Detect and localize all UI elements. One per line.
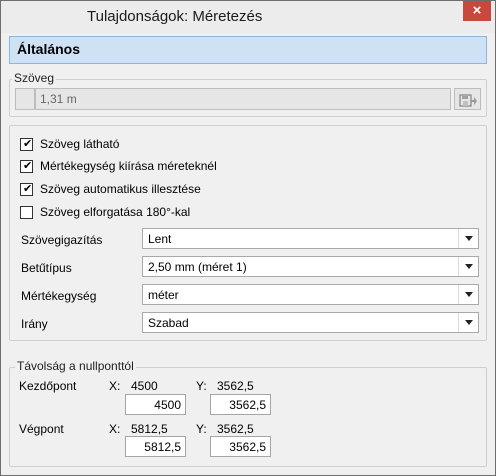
title-bar[interactable]: Tulajdonságok: Méretezés × [1,1,495,33]
start-point-label: Kezdőpont [19,379,77,393]
chevron-down-icon[interactable] [458,313,478,332]
unit-label: Mértékegység [21,289,97,303]
window-title: Tulajdonságok: Méretezés [87,8,263,25]
start-y-label: Y: [196,379,207,393]
start-x-value: 4500 [131,379,158,393]
checkbox-label: Mértékegység kiírása méreteknél [40,159,217,173]
end-y-input[interactable]: 3562,5 [210,436,271,457]
section-title: Általános [17,41,81,57]
end-y-value: 3562,5 [217,422,254,436]
text-value: 1,31 m [40,92,77,106]
direction-value: Szabad [148,316,189,330]
text-value-field: 1,31 m [35,88,451,110]
font-label: Betűtípus [21,261,72,275]
direction-label: Irány [21,317,48,331]
end-x-label: X: [109,422,121,436]
start-x-input[interactable]: 4500 [125,394,186,415]
checkbox-label: Szöveg látható [40,137,120,151]
unit-select[interactable]: méter [142,284,479,305]
chevron-down-icon[interactable] [458,257,478,276]
end-x-value: 5812,5 [131,422,168,436]
text-alignment-label: Szövegigazítás [21,233,103,247]
end-y-label: Y: [196,422,207,436]
checkmark-icon: ✔ [23,183,33,195]
checkbox-box[interactable] [20,206,33,219]
section-header[interactable]: Általános [9,36,487,64]
save-to-folder-icon [459,94,477,107]
direction-select[interactable]: Szabad [142,312,479,333]
checkbox-box[interactable]: ✔ [20,138,33,151]
save-to-folder-button [454,88,481,110]
end-point-label: Végpont [19,422,64,436]
text-alignment-select[interactable]: Lent [142,228,479,249]
checkmark-icon: ✔ [23,160,33,172]
chevron-down-icon[interactable] [458,285,478,304]
text-prefix-box [15,88,35,110]
checkbox-label: Szöveg elforgatása 180°-kal [40,205,191,219]
distance-group-label: Távolság a nullponttól [15,359,136,373]
start-y-value: 3562,5 [217,379,254,393]
font-select[interactable]: 2,50 mm (méret 1) [142,256,479,277]
end-x-input[interactable]: 5812,5 [125,436,186,457]
checkbox-label: Szöveg automatikus illesztése [40,182,201,196]
close-button[interactable]: × [463,1,491,21]
checkbox-box[interactable]: ✔ [20,183,33,196]
chevron-down-icon[interactable] [458,229,478,248]
close-icon: × [472,2,482,19]
properties-window: Tulajdonságok: Méretezés × Általános Szö… [0,0,496,476]
unit-value: méter [148,288,179,302]
text-alignment-value: Lent [148,232,172,246]
start-x-label: X: [109,379,121,393]
start-y-input[interactable]: 3562,5 [210,394,271,415]
checkmark-icon: ✔ [23,138,33,150]
font-value: 2,50 mm (méret 1) [148,260,247,274]
text-group-label: Szöveg [12,71,57,85]
checkbox-box[interactable]: ✔ [20,160,33,173]
